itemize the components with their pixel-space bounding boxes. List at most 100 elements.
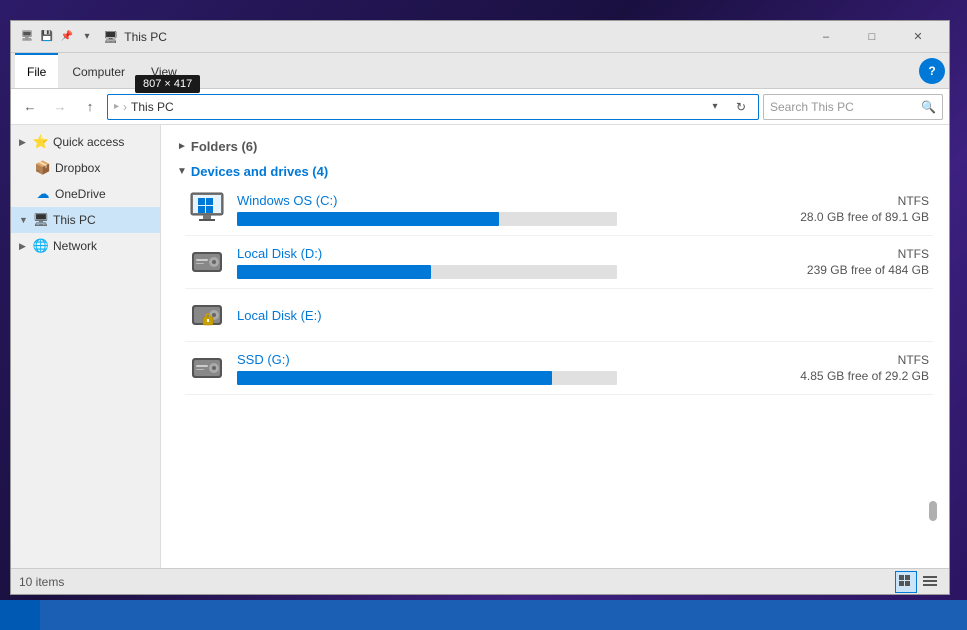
sidebar-item-onedrive[interactable]: ☁ OneDrive — [11, 181, 160, 207]
drive-c-progress-bar — [237, 212, 617, 226]
address-dropdown-button[interactable]: ▾ — [704, 96, 726, 118]
start-button-area[interactable] — [0, 600, 40, 630]
drive-d-info: Local Disk (D:) — [237, 246, 777, 279]
drive-item-g[interactable]: SSD (G:) NTFS 4.85 GB free of 29.2 GB — [185, 342, 933, 395]
file-explorer-window: 🖥 💾 📌 ▾ 🖥 This PC 807 × 417 – □ ✕ File C… — [10, 20, 950, 595]
drive-item-c[interactable]: Windows OS (C:) NTFS 28.0 GB free of 89.… — [185, 183, 933, 236]
close-button[interactable]: ✕ — [895, 21, 941, 53]
title-icon: 🖥 — [103, 30, 118, 44]
drive-g-filesystem: NTFS — [898, 353, 929, 367]
devices-section-header[interactable]: ▼ Devices and drives (4) — [177, 158, 933, 183]
tab-file-label: File — [27, 65, 46, 79]
drive-d-name: Local Disk (D:) — [237, 246, 777, 261]
maximize-button[interactable]: □ — [849, 21, 895, 53]
view-grid-button[interactable] — [895, 571, 917, 593]
drive-c-meta: NTFS 28.0 GB free of 89.1 GB — [789, 194, 929, 224]
devices-chevron-icon: ▼ — [177, 166, 187, 177]
status-view-icons — [895, 571, 941, 593]
drive-d-progress-fill — [237, 265, 431, 279]
content-area: ► Folders (6) ▼ Devices and drives (4) — [161, 125, 949, 568]
this-pc-chevron-icon: ▼ — [19, 215, 29, 225]
drive-c-filesystem: NTFS — [898, 194, 929, 208]
quick-access-icon: ⭐ — [33, 134, 49, 150]
folders-section-header[interactable]: ► Folders (6) — [177, 133, 933, 158]
drive-g-info: SSD (G:) — [237, 352, 777, 385]
item-count: 10 items — [19, 575, 887, 589]
drive-list: Windows OS (C:) NTFS 28.0 GB free of 89.… — [177, 183, 933, 395]
drive-g-space: 4.85 GB free of 29.2 GB — [800, 369, 929, 383]
back-button[interactable]: ← — [17, 94, 43, 120]
window-title: 🖥 This PC — [103, 30, 803, 44]
title-bar-icons: 🖥 💾 📌 ▾ — [19, 29, 95, 45]
network-label: Network — [53, 239, 97, 253]
dropbox-icon: 📦 — [35, 160, 51, 176]
tab-computer-label: Computer — [72, 65, 125, 79]
drive-d-filesystem: NTFS — [898, 247, 929, 261]
drive-g-progress-bar — [237, 371, 617, 385]
dropbox-label: Dropbox — [55, 161, 100, 175]
folders-section-title: Folders (6) — [191, 139, 257, 154]
minimize-button[interactable]: – — [803, 21, 849, 53]
title-text: This PC — [124, 30, 167, 44]
drive-g-meta: NTFS 4.85 GB free of 29.2 GB — [789, 353, 929, 383]
folders-chevron-icon: ► — [177, 141, 187, 152]
drive-c-name: Windows OS (C:) — [237, 193, 777, 208]
tooltip-text: 807 × 417 — [143, 78, 192, 90]
drive-c-info: Windows OS (C:) — [237, 193, 777, 226]
scrollbar-thumb[interactable] — [929, 501, 937, 521]
sidebar-item-dropbox[interactable]: 📦 Dropbox — [11, 155, 160, 181]
onedrive-icon: ☁ — [35, 186, 51, 202]
address-bar[interactable]: ▸ › This PC ▾ ↻ — [107, 94, 759, 120]
quick-access-chevron-icon: ▶ — [19, 137, 29, 148]
drive-e-name: Local Disk (E:) — [237, 308, 777, 323]
drive-c-space: 28.0 GB free of 89.1 GB — [800, 210, 929, 224]
search-bar[interactable]: Search This PC 🔍 — [763, 94, 943, 120]
sidebar-item-network[interactable]: ▶ 🌐 Network — [11, 233, 160, 259]
network-icon: 🌐 — [33, 238, 49, 254]
sidebar-item-quick-access[interactable]: ▶ ⭐ Quick access — [11, 129, 160, 155]
view-list-button[interactable] — [919, 571, 941, 593]
search-placeholder: Search This PC — [770, 100, 917, 114]
sidebar-item-this-pc[interactable]: ▼ 🖥 This PC — [11, 207, 160, 233]
this-pc-label: This PC — [53, 213, 96, 227]
dropdown-arrow-icon[interactable]: ▾ — [79, 29, 95, 45]
title-bar: 🖥 💾 📌 ▾ 🖥 This PC 807 × 417 – □ ✕ — [11, 21, 949, 53]
size-tooltip: 807 × 417 — [135, 75, 200, 93]
drive-c-icon — [189, 191, 225, 227]
forward-button[interactable]: → — [47, 94, 73, 120]
drive-e-info: Local Disk (E:) — [237, 308, 777, 323]
main-area: ▶ ⭐ Quick access 📦 Dropbox ☁ OneDrive ▼ … — [11, 125, 949, 568]
drive-d-meta: NTFS 239 GB free of 484 GB — [789, 247, 929, 277]
nav-bar: ← → ↑ ▸ › This PC ▾ ↻ Search This PC 🔍 — [11, 89, 949, 125]
search-icon: 🔍 — [921, 100, 936, 114]
drive-d-icon — [189, 244, 225, 280]
drive-d-space: 239 GB free of 484 GB — [807, 263, 929, 277]
drive-item-d[interactable]: Local Disk (D:) NTFS 239 GB free of 484 … — [185, 236, 933, 289]
sidebar: ▶ ⭐ Quick access 📦 Dropbox ☁ OneDrive ▼ … — [11, 125, 161, 568]
drive-g-name: SSD (G:) — [237, 352, 777, 367]
drive-c-progress-fill — [237, 212, 499, 226]
tab-file[interactable]: File — [15, 53, 58, 88]
onedrive-label: OneDrive — [55, 187, 106, 201]
tab-computer[interactable]: Computer — [60, 53, 137, 88]
drive-e-icon — [189, 297, 225, 333]
address-text: This PC — [131, 100, 174, 114]
network-chevron-icon: ▶ — [19, 241, 29, 252]
help-button[interactable]: ? — [919, 58, 945, 84]
address-path: ▸ › This PC — [114, 100, 700, 114]
drive-g-progress-fill — [237, 371, 552, 385]
address-chevron-icon: ▸ — [114, 101, 119, 112]
status-bar: 10 items — [11, 568, 949, 594]
floppy-icon: 💾 — [39, 29, 55, 45]
drive-item-e[interactable]: Local Disk (E:) — [185, 289, 933, 342]
taskbar — [0, 600, 967, 630]
window-controls: – □ ✕ — [803, 21, 941, 53]
refresh-button[interactable]: ↻ — [730, 96, 752, 118]
address-separator: › — [123, 100, 127, 114]
pin-icon: 📌 — [59, 29, 75, 45]
window-icon: 🖥 — [19, 29, 35, 45]
help-icon: ? — [928, 64, 935, 78]
up-button[interactable]: ↑ — [77, 94, 103, 120]
quick-access-label: Quick access — [53, 135, 124, 149]
drive-g-icon — [189, 350, 225, 386]
